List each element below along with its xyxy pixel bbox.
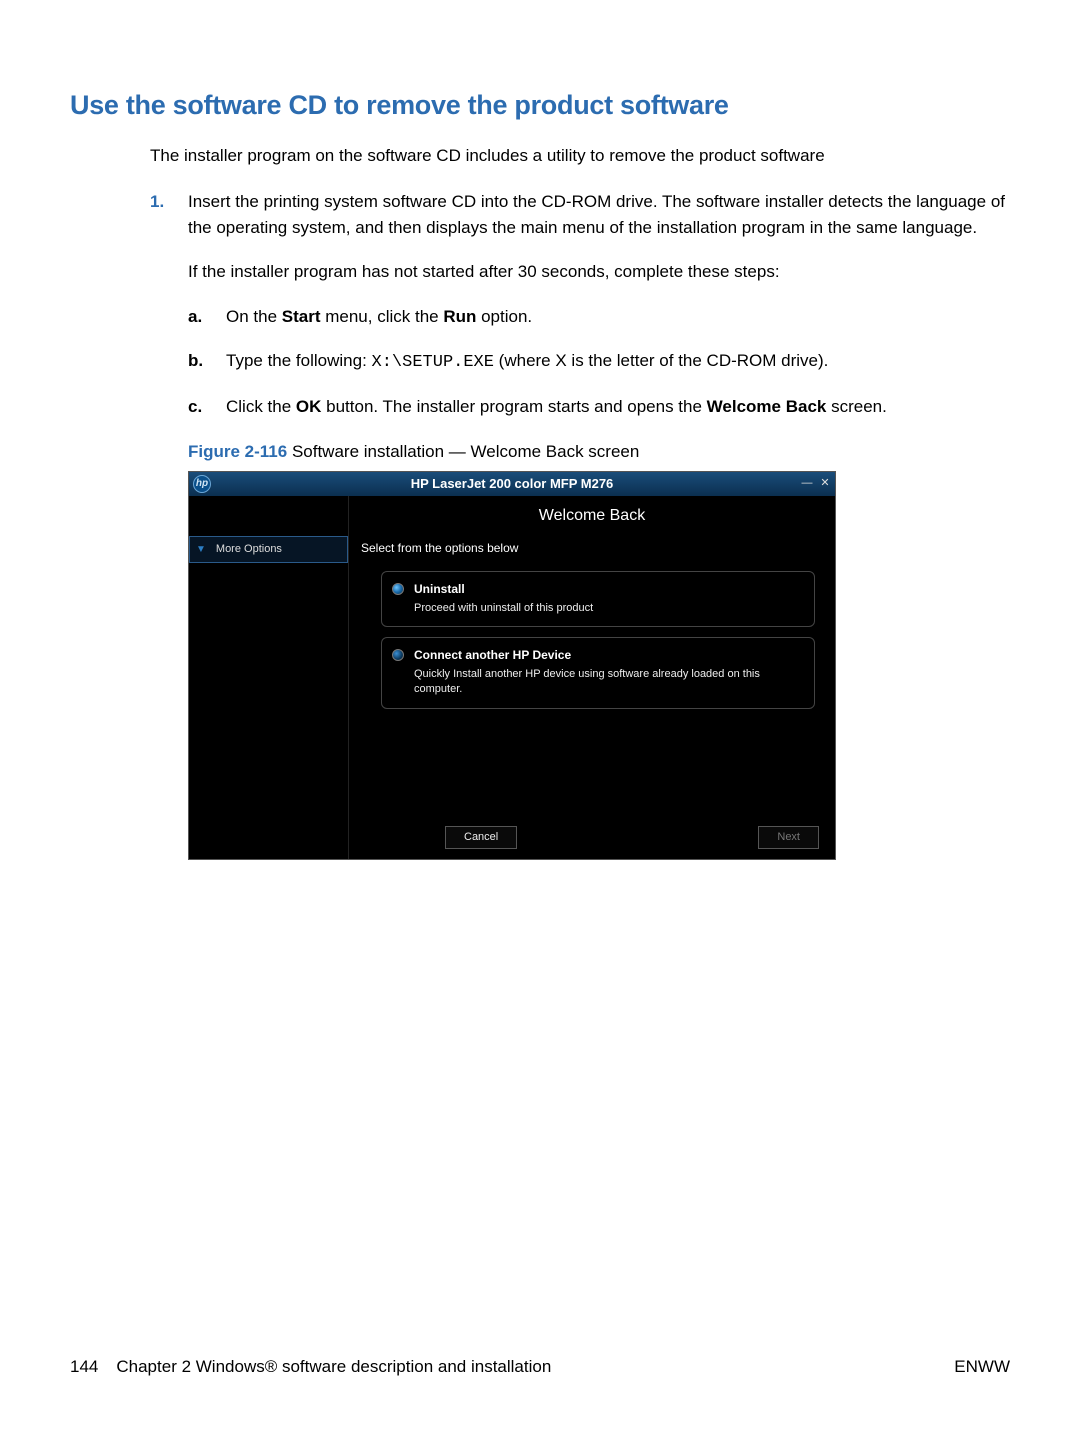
page-number: 144 bbox=[70, 1357, 98, 1377]
titlebar[interactable]: hp HP LaserJet 200 color MFP M276 — ✕ bbox=[189, 472, 835, 496]
option-connect-desc: Quickly Install another HP device using … bbox=[414, 667, 804, 698]
text: (where X is the letter of the CD-ROM dri… bbox=[494, 351, 828, 370]
window-title: HP LaserJet 200 color MFP M276 bbox=[189, 474, 835, 494]
radio-icon[interactable] bbox=[392, 649, 404, 661]
text: On the bbox=[226, 307, 282, 326]
section-heading: Use the software CD to remove the produc… bbox=[70, 90, 1010, 121]
select-prompt: Select from the options below bbox=[361, 539, 823, 558]
text: Click the bbox=[226, 397, 296, 416]
next-button[interactable]: Next bbox=[758, 826, 819, 849]
welcome-heading: Welcome Back bbox=[361, 496, 823, 539]
text: option. bbox=[476, 307, 532, 326]
option-uninstall-title: Uninstall bbox=[414, 580, 593, 599]
minimize-icon[interactable]: — bbox=[799, 477, 815, 491]
step-1: 1. Insert the printing system software C… bbox=[150, 189, 1010, 860]
figure-text: Software installation — Welcome Back scr… bbox=[287, 442, 639, 461]
text: button. The installer program starts and… bbox=[321, 397, 706, 416]
figure-label: Figure 2-116 bbox=[188, 442, 287, 461]
welcome-back-bold: Welcome Back bbox=[707, 397, 827, 416]
ok-bold: OK bbox=[296, 397, 322, 416]
chevron-down-icon: ▼ bbox=[196, 542, 206, 558]
option-connect-title: Connect another HP Device bbox=[414, 646, 804, 665]
substep-a: a. On the Start menu, click the Run opti… bbox=[188, 304, 1010, 330]
sidebar: ▼ More Options bbox=[189, 496, 349, 859]
footer-right: ENWW bbox=[954, 1357, 1010, 1377]
substep-c: c. Click the OK button. The installer pr… bbox=[188, 394, 1010, 420]
intro-paragraph: The installer program on the software CD… bbox=[150, 143, 1010, 169]
cancel-button[interactable]: Cancel bbox=[445, 826, 517, 849]
substep-a-marker: a. bbox=[188, 304, 226, 330]
installer-window: hp HP LaserJet 200 color MFP M276 — ✕ ▼ … bbox=[188, 471, 836, 860]
start-bold: Start bbox=[282, 307, 321, 326]
step-1-para-1: Insert the printing system software CD i… bbox=[188, 189, 1010, 242]
substep-b-marker: b. bbox=[188, 348, 226, 376]
text: screen. bbox=[826, 397, 886, 416]
substep-c-marker: c. bbox=[188, 394, 226, 420]
more-options-button[interactable]: ▼ More Options bbox=[189, 536, 348, 563]
step-1-marker: 1. bbox=[150, 189, 188, 860]
page-footer: 144 Chapter 2 Windows® software descript… bbox=[70, 1357, 1010, 1377]
more-options-label: More Options bbox=[216, 541, 282, 558]
setup-path-code: X:\SETUP.EXE bbox=[372, 353, 494, 372]
option-uninstall-desc: Proceed with uninstall of this product bbox=[414, 601, 593, 616]
chapter-label: Chapter 2 Windows® software description … bbox=[116, 1357, 551, 1377]
option-uninstall[interactable]: Uninstall Proceed with uninstall of this… bbox=[381, 571, 815, 627]
text: menu, click the bbox=[321, 307, 444, 326]
radio-icon[interactable] bbox=[392, 583, 404, 595]
main-panel: Welcome Back Select from the options bel… bbox=[349, 496, 835, 859]
option-connect[interactable]: Connect another HP Device Quickly Instal… bbox=[381, 637, 815, 708]
step-1-para-2: If the installer program has not started… bbox=[188, 259, 1010, 285]
close-icon[interactable]: ✕ bbox=[817, 477, 833, 491]
figure-caption: Figure 2-116 Software installation — Wel… bbox=[188, 439, 1010, 465]
run-bold: Run bbox=[443, 307, 476, 326]
text: Type the following: bbox=[226, 351, 372, 370]
substep-b: b. Type the following: X:\SETUP.EXE (whe… bbox=[188, 348, 1010, 376]
